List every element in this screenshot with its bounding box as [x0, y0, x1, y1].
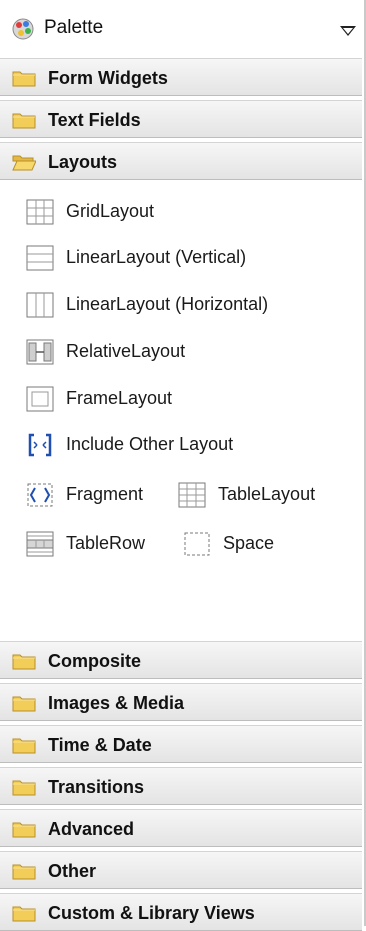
folder-closed-icon: [12, 654, 36, 670]
category-time-date[interactable]: Time & Date: [0, 725, 362, 763]
category-label: Layouts: [48, 152, 118, 172]
palette-menu-dropdown[interactable]: [340, 26, 356, 36]
category-other[interactable]: Other: [0, 851, 362, 889]
folder-closed-icon: [12, 906, 36, 922]
folder-closed-icon: [12, 696, 36, 712]
item-label: Include Other Layout: [66, 434, 234, 454]
grid-layout-icon: [26, 199, 54, 225]
category-label: Transitions: [48, 777, 145, 797]
category-label: Images & Media: [48, 693, 185, 713]
frame-layout-icon: [26, 386, 54, 412]
item-label: Fragment: [66, 484, 144, 504]
item-label: RelativeLayout: [66, 341, 186, 361]
category-composite[interactable]: Composite: [0, 641, 362, 679]
item-label: Space: [223, 533, 275, 553]
palette-panel: Palette Form Widgets Text Fields Layouts…: [0, 0, 366, 931]
table-row-icon: [26, 531, 54, 557]
palette-title: Palette: [44, 17, 104, 38]
palette-logo-icon: [12, 18, 34, 40]
folder-closed-icon: [12, 71, 36, 87]
folder-closed-icon: [12, 780, 36, 796]
category-custom-library-views[interactable]: Custom & Library Views: [0, 893, 362, 931]
folder-closed-icon: [12, 113, 36, 129]
item-label: LinearLayout (Horizontal): [66, 294, 269, 314]
folder-closed-icon: [12, 738, 36, 754]
category-label: Advanced: [48, 819, 135, 839]
fragment-icon: [27, 483, 53, 507]
category-label: Other: [48, 861, 97, 881]
item-label: TableRow: [66, 533, 146, 553]
linear-horizontal-icon: [26, 292, 54, 318]
item-label: TableLayout: [218, 484, 316, 504]
linear-vertical-icon: [26, 245, 54, 271]
item-label: LinearLayout (Vertical): [66, 247, 247, 267]
item-label: FrameLayout: [66, 388, 173, 408]
space-icon: [184, 532, 210, 556]
folder-closed-icon: [12, 864, 36, 880]
category-layouts[interactable]: Layouts: [0, 142, 362, 180]
folder-open-icon: [12, 155, 36, 171]
category-transitions[interactable]: Transitions: [0, 767, 362, 805]
table-layout-icon: [178, 482, 206, 508]
relative-layout-icon: [26, 339, 54, 365]
category-label: Composite: [48, 651, 142, 671]
category-form-widgets[interactable]: Form Widgets: [0, 58, 362, 96]
category-label: Text Fields: [48, 110, 141, 130]
category-text-fields[interactable]: Text Fields: [0, 100, 362, 138]
category-images-media[interactable]: Images & Media: [0, 683, 362, 721]
category-label: Time & Date: [48, 735, 152, 755]
item-label: GridLayout: [66, 201, 155, 221]
folder-closed-icon: [12, 822, 36, 838]
include-layout-icon: [28, 433, 52, 457]
category-label: Form Widgets: [48, 68, 168, 88]
category-label: Custom & Library Views: [48, 903, 255, 923]
palette-header: Palette: [0, 0, 364, 58]
category-advanced[interactable]: Advanced: [0, 809, 362, 847]
